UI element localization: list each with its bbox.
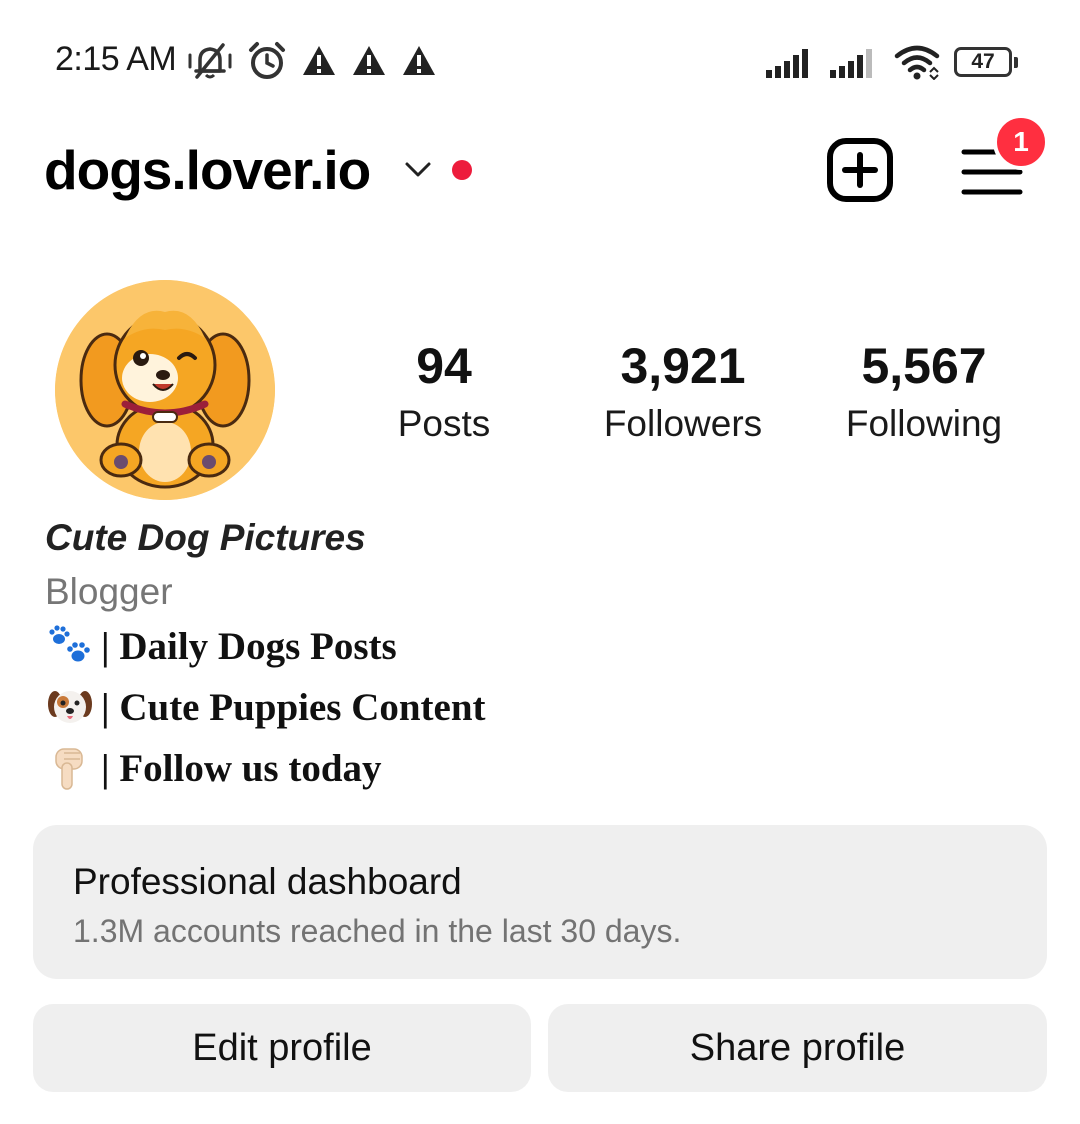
posts-count: 94 — [416, 338, 472, 394]
bio-text: | Cute Puppies Content — [101, 685, 486, 729]
pointing-down-icon — [45, 743, 95, 793]
status-right-icons: 47 — [766, 42, 1018, 82]
posts-label: Posts — [397, 403, 491, 444]
signal-icon — [830, 49, 872, 78]
alarm-icon — [249, 42, 285, 79]
battery-level: 47 — [954, 47, 1012, 77]
followers-label: Followers — [603, 403, 763, 444]
warning-icon — [303, 46, 335, 75]
notification-badge: 1 — [993, 114, 1049, 170]
profile-avatar[interactable] — [55, 280, 275, 500]
battery-tip — [1014, 56, 1018, 68]
status-left-icons — [187, 40, 437, 82]
battery-icon: 47 — [954, 47, 1018, 77]
followers-count: 3,921 — [620, 338, 746, 394]
signal-icon — [766, 49, 808, 78]
bio-text: | Follow us today — [101, 746, 382, 790]
muted-bell-icon — [188, 43, 232, 79]
create-post-icon[interactable] — [826, 138, 894, 202]
posts-stat[interactable]: 94 Posts — [364, 336, 524, 452]
professional-dashboard-card[interactable]: Professional dashboard 1.3M accounts rea… — [33, 825, 1047, 979]
username-switcher[interactable]: dogs.lover.io — [44, 138, 371, 202]
chevron-down-icon[interactable] — [404, 158, 432, 180]
warning-icon — [403, 46, 435, 75]
profile-header: dogs.lover.io 1 — [0, 114, 1080, 230]
status-time: 2:15 AM — [55, 40, 177, 78]
dashboard-title: Professional dashboard — [73, 861, 462, 902]
wifi-icon — [894, 45, 940, 80]
paw-prints-icon — [45, 621, 95, 671]
bio-line: | Daily Dogs Posts — [45, 620, 397, 672]
following-label: Following — [845, 403, 1003, 444]
display-name: Cute Dog Pictures — [45, 517, 366, 558]
warning-icon — [353, 46, 385, 75]
following-stat[interactable]: 5,567 Following — [826, 336, 1022, 452]
edit-profile-button[interactable]: Edit profile — [33, 1004, 531, 1092]
bio-text: | Daily Dogs Posts — [101, 624, 397, 668]
live-indicator-dot — [452, 160, 472, 180]
bio-line: | Follow us today — [45, 742, 382, 794]
following-count: 5,567 — [861, 338, 987, 394]
dog-avatar-illustration — [55, 280, 275, 500]
status-bar: 2:15 AM 47 — [0, 0, 1080, 120]
dog-face-icon — [45, 682, 95, 732]
share-profile-button[interactable]: Share profile — [548, 1004, 1047, 1092]
dashboard-subtitle: 1.3M accounts reached in the last 30 day… — [73, 913, 682, 949]
followers-stat[interactable]: 3,921 Followers — [578, 336, 788, 452]
bio-line: | Cute Puppies Content — [45, 681, 486, 733]
profile-category: Blogger — [45, 571, 173, 612]
